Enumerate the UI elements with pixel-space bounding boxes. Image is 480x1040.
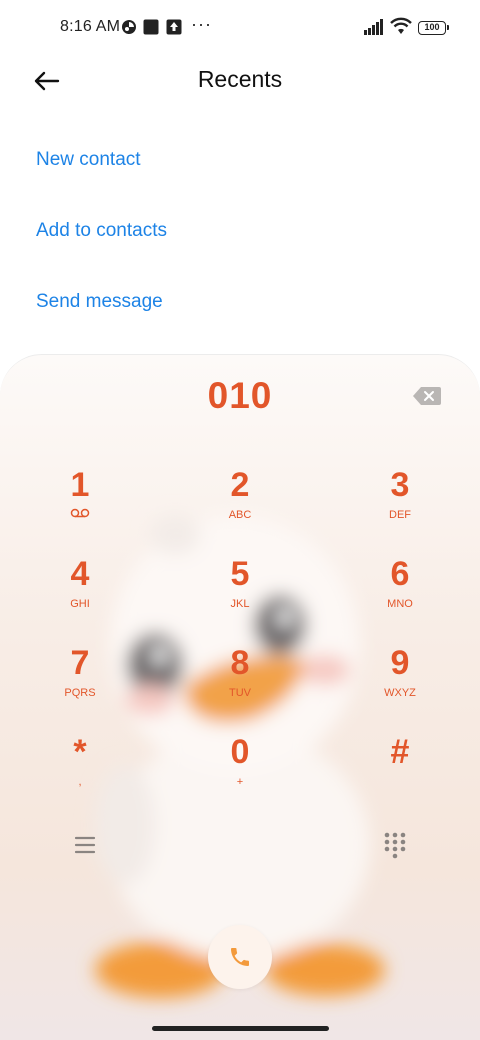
key-digit: 7: [70, 644, 90, 682]
key-digit: *: [73, 733, 87, 771]
key-letters: MNO: [387, 598, 413, 610]
key-8[interactable]: 8 TUV: [185, 643, 295, 723]
key-letters: ABC: [228, 509, 252, 521]
dial-pad-panel: 010 1 2 ABC 3 DEF 4 GHI 5 JKL 6 MNO 7 PQ…: [0, 354, 480, 1040]
status-bar: 8:16 AM ··· 100: [0, 0, 480, 56]
page-title: Recents: [197, 66, 283, 92]
key-7[interactable]: 7 PQRS: [25, 643, 135, 723]
key-digit: 6: [390, 555, 410, 593]
key-digit: 3: [390, 466, 410, 504]
key-9[interactable]: 9 WXYZ: [345, 643, 455, 723]
dialpad-icon: [384, 832, 406, 859]
notification-app-icon: [121, 19, 137, 40]
key-1[interactable]: 1: [25, 465, 135, 545]
key-letters: PQRS: [64, 687, 96, 699]
menu-icon: [74, 836, 96, 854]
voicemail-icon: [25, 508, 135, 522]
key-star[interactable]: * ,: [25, 732, 135, 812]
home-indicator[interactable]: [152, 1026, 329, 1031]
key-digit: 9: [390, 644, 410, 682]
phone-icon: [231, 948, 249, 966]
key-digit: 5: [230, 555, 250, 593]
key-5[interactable]: 5 JKL: [185, 554, 295, 634]
new-contact-link[interactable]: New contact: [36, 149, 141, 171]
backspace-button[interactable]: [412, 385, 442, 407]
key-letters: WXYZ: [384, 687, 416, 699]
key-0[interactable]: 0 +: [185, 732, 295, 812]
menu-button[interactable]: [70, 833, 100, 857]
key-6[interactable]: 6 MNO: [345, 554, 455, 634]
status-time: 8:16 AM: [60, 18, 121, 35]
key-hash[interactable]: #: [345, 732, 455, 812]
key-2[interactable]: 2 ABC: [185, 465, 295, 545]
send-message-link[interactable]: Send message: [36, 291, 163, 313]
upload-icon: [166, 19, 182, 40]
dialpad-toggle-button[interactable]: [382, 831, 408, 859]
key-letters: GHI: [70, 598, 90, 610]
backspace-icon: [413, 387, 441, 405]
key-3[interactable]: 3 DEF: [345, 465, 455, 545]
key-letters: +: [236, 776, 244, 788]
key-letters: DEF: [389, 509, 411, 521]
key-digit: 2: [230, 466, 250, 504]
key-digit: 8: [230, 644, 250, 682]
overflow-dots: ···: [191, 14, 212, 34]
call-button[interactable]: [208, 925, 272, 989]
dialed-number: 010: [207, 375, 273, 416]
key-4[interactable]: 4 GHI: [25, 554, 135, 634]
key-digit: 0: [230, 733, 250, 771]
wifi-icon: [390, 17, 412, 40]
key-digit: 1: [70, 466, 90, 504]
key-digit: 4: [70, 555, 90, 593]
key-letters: TUV: [229, 687, 251, 699]
key-letters: ,: [78, 776, 82, 788]
signal-icon: [364, 19, 384, 40]
battery-icon: 100: [418, 21, 449, 35]
key-letters: JKL: [230, 598, 250, 610]
add-to-contacts-link[interactable]: Add to contacts: [36, 220, 167, 242]
key-digit: #: [390, 733, 410, 771]
square-icon: [143, 19, 159, 40]
